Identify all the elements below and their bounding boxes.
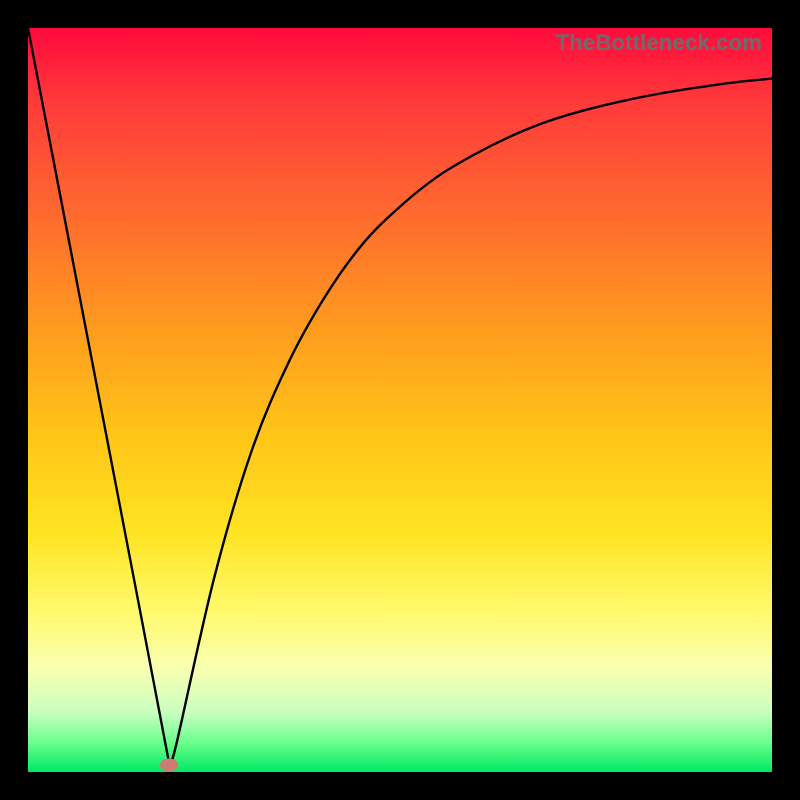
optimal-point-marker: [160, 758, 178, 771]
plot-area: TheBottleneck.com: [28, 28, 772, 772]
curve-layer: [28, 28, 772, 772]
bottleneck-curve: [28, 28, 772, 765]
chart-frame: TheBottleneck.com: [0, 0, 800, 800]
